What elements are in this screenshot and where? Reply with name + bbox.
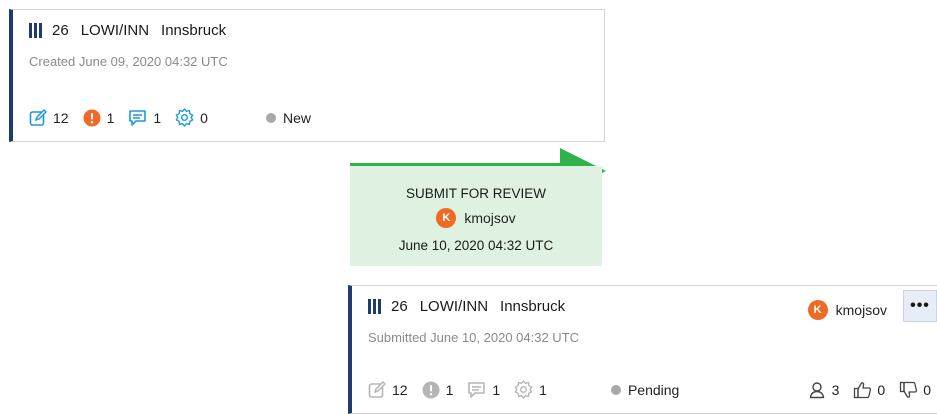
alert-icon [83, 109, 101, 127]
alerts-count: 1 [106, 109, 115, 126]
created-timestamp: Created June 09, 2020 04:32 UTC [29, 54, 228, 69]
alert-icon [422, 381, 440, 399]
gear-icon [514, 380, 533, 399]
priority-bars-icon [29, 23, 42, 38]
thumbs-up-icon [853, 381, 872, 399]
gear-icon [175, 108, 194, 127]
settings-count: 1 [539, 381, 547, 398]
card-number: 26 [52, 22, 69, 39]
avatar: K [807, 300, 828, 320]
avatar: K [436, 208, 457, 228]
thumbs-down-icon [899, 381, 918, 399]
airport-code: LOWI/INN [419, 298, 489, 315]
reviewers-stat[interactable]: 3 [809, 381, 840, 399]
transition-date: June 10, 2020 04:32 UTC [398, 238, 554, 253]
priority-bars-icon [368, 299, 381, 314]
owner-username: kmojsov [835, 302, 887, 318]
card-number: 26 [391, 298, 408, 315]
status-label: Pending [627, 381, 680, 398]
comments-stat[interactable]: 1 [128, 109, 161, 127]
airport-city: Innsbruck [500, 298, 566, 315]
dislikes-count: 0 [923, 382, 931, 398]
edit-icon [29, 108, 47, 127]
edits-count: 12 [392, 381, 408, 398]
task-card-created[interactable]: 26 LOWI/INN Innsbruck Created June 09, 2… [9, 9, 605, 142]
review-stats: 3 0 0 [809, 381, 931, 399]
dislikes-stat[interactable]: 0 [899, 381, 931, 399]
airport-code: LOWI/INN [80, 22, 150, 39]
transition-user: K kmojsov [350, 208, 602, 228]
status-label: New [282, 109, 311, 126]
transition-event: SUBMIT FOR REVIEW K kmojsov June 10, 202… [350, 166, 602, 266]
comment-icon [467, 381, 486, 399]
comments-count: 1 [492, 381, 501, 398]
status-dot-icon [265, 112, 276, 123]
card-title: 26 LOWI/INN Innsbruck [29, 22, 226, 39]
person-icon [809, 381, 827, 399]
comments-count: 1 [153, 109, 162, 126]
comment-icon [128, 109, 147, 127]
alerts-stat[interactable]: 1 [422, 381, 454, 399]
card-stats: 12 1 1 1 Pending [368, 380, 679, 399]
likes-stat[interactable]: 0 [853, 381, 885, 399]
card-owner[interactable]: K kmojsov [807, 300, 887, 320]
card-title: 26 LOWI/INN Innsbruck [368, 298, 565, 315]
more-options-button[interactable]: ••• [903, 290, 937, 322]
edits-stat[interactable]: 12 [29, 108, 69, 127]
airport-city: Innsbruck [161, 22, 227, 39]
reviewers-count: 3 [831, 382, 840, 398]
edit-icon [368, 380, 386, 399]
transition-username: kmojsov [464, 210, 516, 226]
likes-count: 0 [877, 382, 886, 398]
settings-stat[interactable]: 0 [175, 108, 208, 127]
submitted-timestamp: Submitted June 10, 2020 04:32 UTC [368, 330, 580, 345]
card-stats: 12 1 1 0 New [29, 108, 311, 127]
comments-stat[interactable]: 1 [467, 381, 500, 399]
status-dot-icon [610, 384, 621, 395]
edits-stat[interactable]: 12 [368, 380, 408, 399]
transition-action: SUBMIT FOR REVIEW [405, 186, 546, 201]
settings-count: 0 [200, 109, 208, 126]
alerts-count: 1 [445, 381, 454, 398]
task-card-submitted[interactable]: 26 LOWI/INN Innsbruck K kmojsov ••• Subm… [348, 285, 937, 414]
edits-count: 12 [53, 109, 69, 126]
status-badge: Pending [610, 381, 680, 398]
alerts-stat[interactable]: 1 [83, 109, 115, 127]
settings-stat[interactable]: 1 [514, 380, 547, 399]
status-badge: New [265, 109, 311, 126]
